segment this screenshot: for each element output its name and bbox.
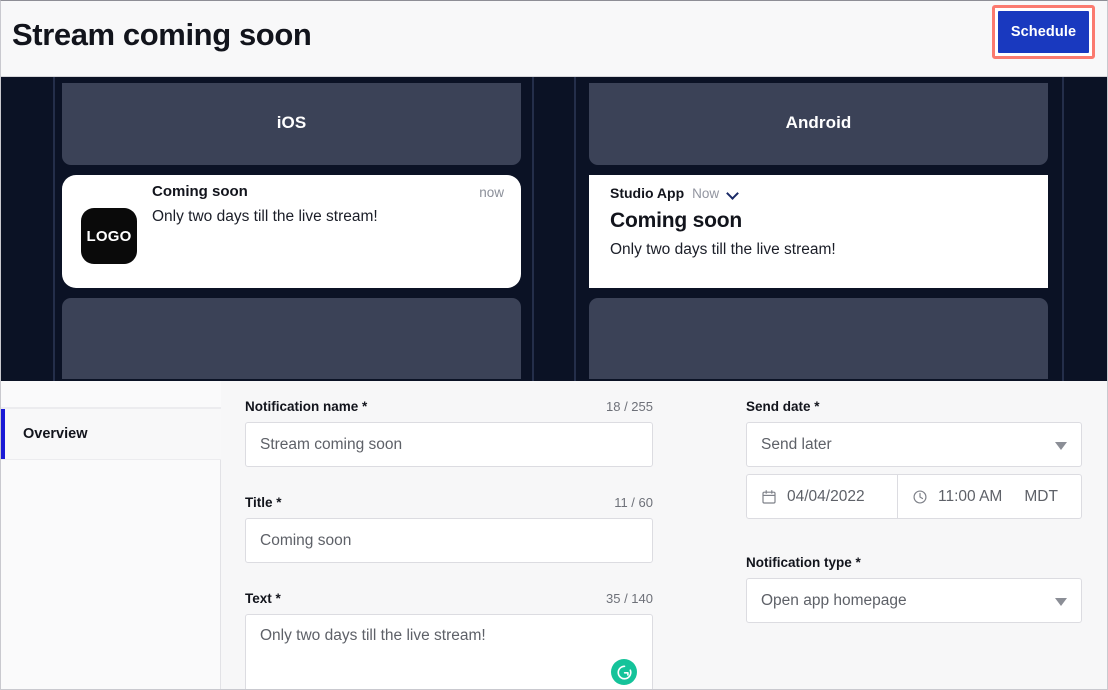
android-platform-label: Android [785, 113, 852, 132]
notification-type-label: Notification type * [746, 555, 861, 570]
send-mode-select[interactable]: Send later [746, 422, 1082, 467]
schedule-button-highlight: Schedule [992, 5, 1095, 59]
field-notification-name: Notification name * 18 / 255 [245, 399, 653, 467]
send-mode-value: Send later [761, 435, 832, 453]
timezone-label: MDT [1024, 487, 1058, 505]
field-text: Text * 35 / 140 Only two days till the l… [245, 591, 653, 689]
ios-notification-body: Only two days till the live stream! [152, 208, 378, 225]
send-date-label: Send date * [746, 399, 820, 414]
text-textarea[interactable]: Only two days till the live stream! [245, 614, 653, 689]
app-logo-icon: LOGO [81, 208, 137, 264]
schedule-button[interactable]: Schedule [998, 11, 1089, 53]
ios-notification-time: now [479, 185, 504, 200]
send-date-value: 04/04/2022 [787, 487, 865, 505]
title-counter: 11 / 60 [614, 495, 653, 510]
title-input[interactable] [245, 518, 653, 563]
notification-name-label-row: Notification name * 18 / 255 [245, 399, 653, 414]
android-preview-column: Android Studio App Now Coming soon Only … [576, 77, 1107, 381]
notification-name-label: Notification name * [245, 399, 368, 414]
ios-preview-column: iOS LOGO Coming soon now Only two days t… [1, 77, 532, 381]
grammarly-icon[interactable] [611, 659, 637, 685]
title-label-row: Title * 11 / 60 [245, 495, 653, 510]
notification-preview-area: iOS LOGO Coming soon now Only two days t… [1, 77, 1107, 381]
tab-active-indicator [1, 409, 5, 459]
preview-divider-mid-left [532, 77, 534, 381]
calendar-icon [761, 489, 777, 505]
android-slot-top: Android [589, 83, 1048, 165]
ios-slot-top: iOS [62, 83, 521, 165]
title-label: Title * [245, 495, 282, 510]
preview-divider-right [1062, 77, 1064, 381]
field-title: Title * 11 / 60 [245, 495, 653, 563]
ios-phone-mock: iOS LOGO Coming soon now Only two days t… [62, 83, 521, 379]
clock-icon [912, 489, 928, 505]
text-counter: 35 / 140 [606, 591, 653, 606]
chevron-down-icon [1055, 441, 1067, 450]
editor-panel: Overview Notification name * 18 / 255 Ti… [1, 381, 1107, 689]
chevron-down-icon [1055, 597, 1067, 606]
notification-type-label-row: Notification type * [746, 555, 1082, 570]
android-notification-body: Only two days till the live stream! [610, 241, 836, 258]
ios-slot-bottom [62, 298, 521, 379]
send-time-value: 11:00 AM [938, 487, 1003, 505]
field-send-date: Send date * Send later 04/04/2022 11:00 … [746, 399, 1082, 519]
tabs-top-strip [1, 381, 221, 408]
android-slot-bottom [589, 298, 1048, 379]
ios-notification-title: Coming soon [152, 183, 248, 200]
notification-name-counter: 18 / 255 [606, 399, 653, 414]
android-phone-mock: Android Studio App Now Coming soon Only … [589, 83, 1048, 379]
text-label-row: Text * 35 / 140 [245, 591, 653, 606]
send-date-label-row: Send date * [746, 399, 1082, 414]
android-notification-title: Coming soon [610, 209, 742, 232]
notification-name-input[interactable] [245, 422, 653, 467]
ios-notification-card: LOGO Coming soon now Only two days till … [62, 175, 521, 288]
preview-gap [532, 77, 576, 381]
form-column-left: Notification name * 18 / 255 Title * 11 … [245, 399, 653, 689]
form-columns: Notification name * 18 / 255 Title * 11 … [221, 381, 1107, 689]
send-date-input[interactable]: 04/04/2022 [746, 474, 898, 519]
tab-overview-label: Overview [23, 426, 88, 442]
notification-type-value: Open app homepage [761, 591, 907, 609]
ios-platform-label: iOS [276, 113, 307, 132]
tab-overview[interactable]: Overview [1, 408, 221, 460]
date-time-row: 04/04/2022 11:00 AM MDT [746, 474, 1082, 519]
field-notification-type: Notification type * Open app homepage [746, 555, 1082, 623]
text-label: Text * [245, 591, 281, 606]
notification-type-select[interactable]: Open app homepage [746, 578, 1082, 623]
editor-tabs-rail: Overview [1, 381, 221, 689]
page-header: Stream coming soon Schedule [1, 1, 1107, 77]
app-window: Stream coming soon Schedule iOS LOGO Com… [0, 0, 1108, 690]
text-area-wrapper: Only two days till the live stream! [245, 614, 653, 689]
preview-divider-left [53, 77, 55, 381]
android-notification-card: Studio App Now Coming soon Only two days… [589, 175, 1048, 288]
page-title: Stream coming soon [12, 17, 312, 52]
android-notification-time: Now [692, 185, 720, 201]
send-time-input[interactable]: 11:00 AM MDT [897, 474, 1082, 519]
android-app-name: Studio App [610, 185, 685, 201]
form-column-right: Send date * Send later 04/04/2022 11:00 … [746, 399, 1082, 623]
android-notification-header: Studio App Now [610, 185, 738, 201]
chevron-down-icon[interactable] [727, 188, 738, 199]
